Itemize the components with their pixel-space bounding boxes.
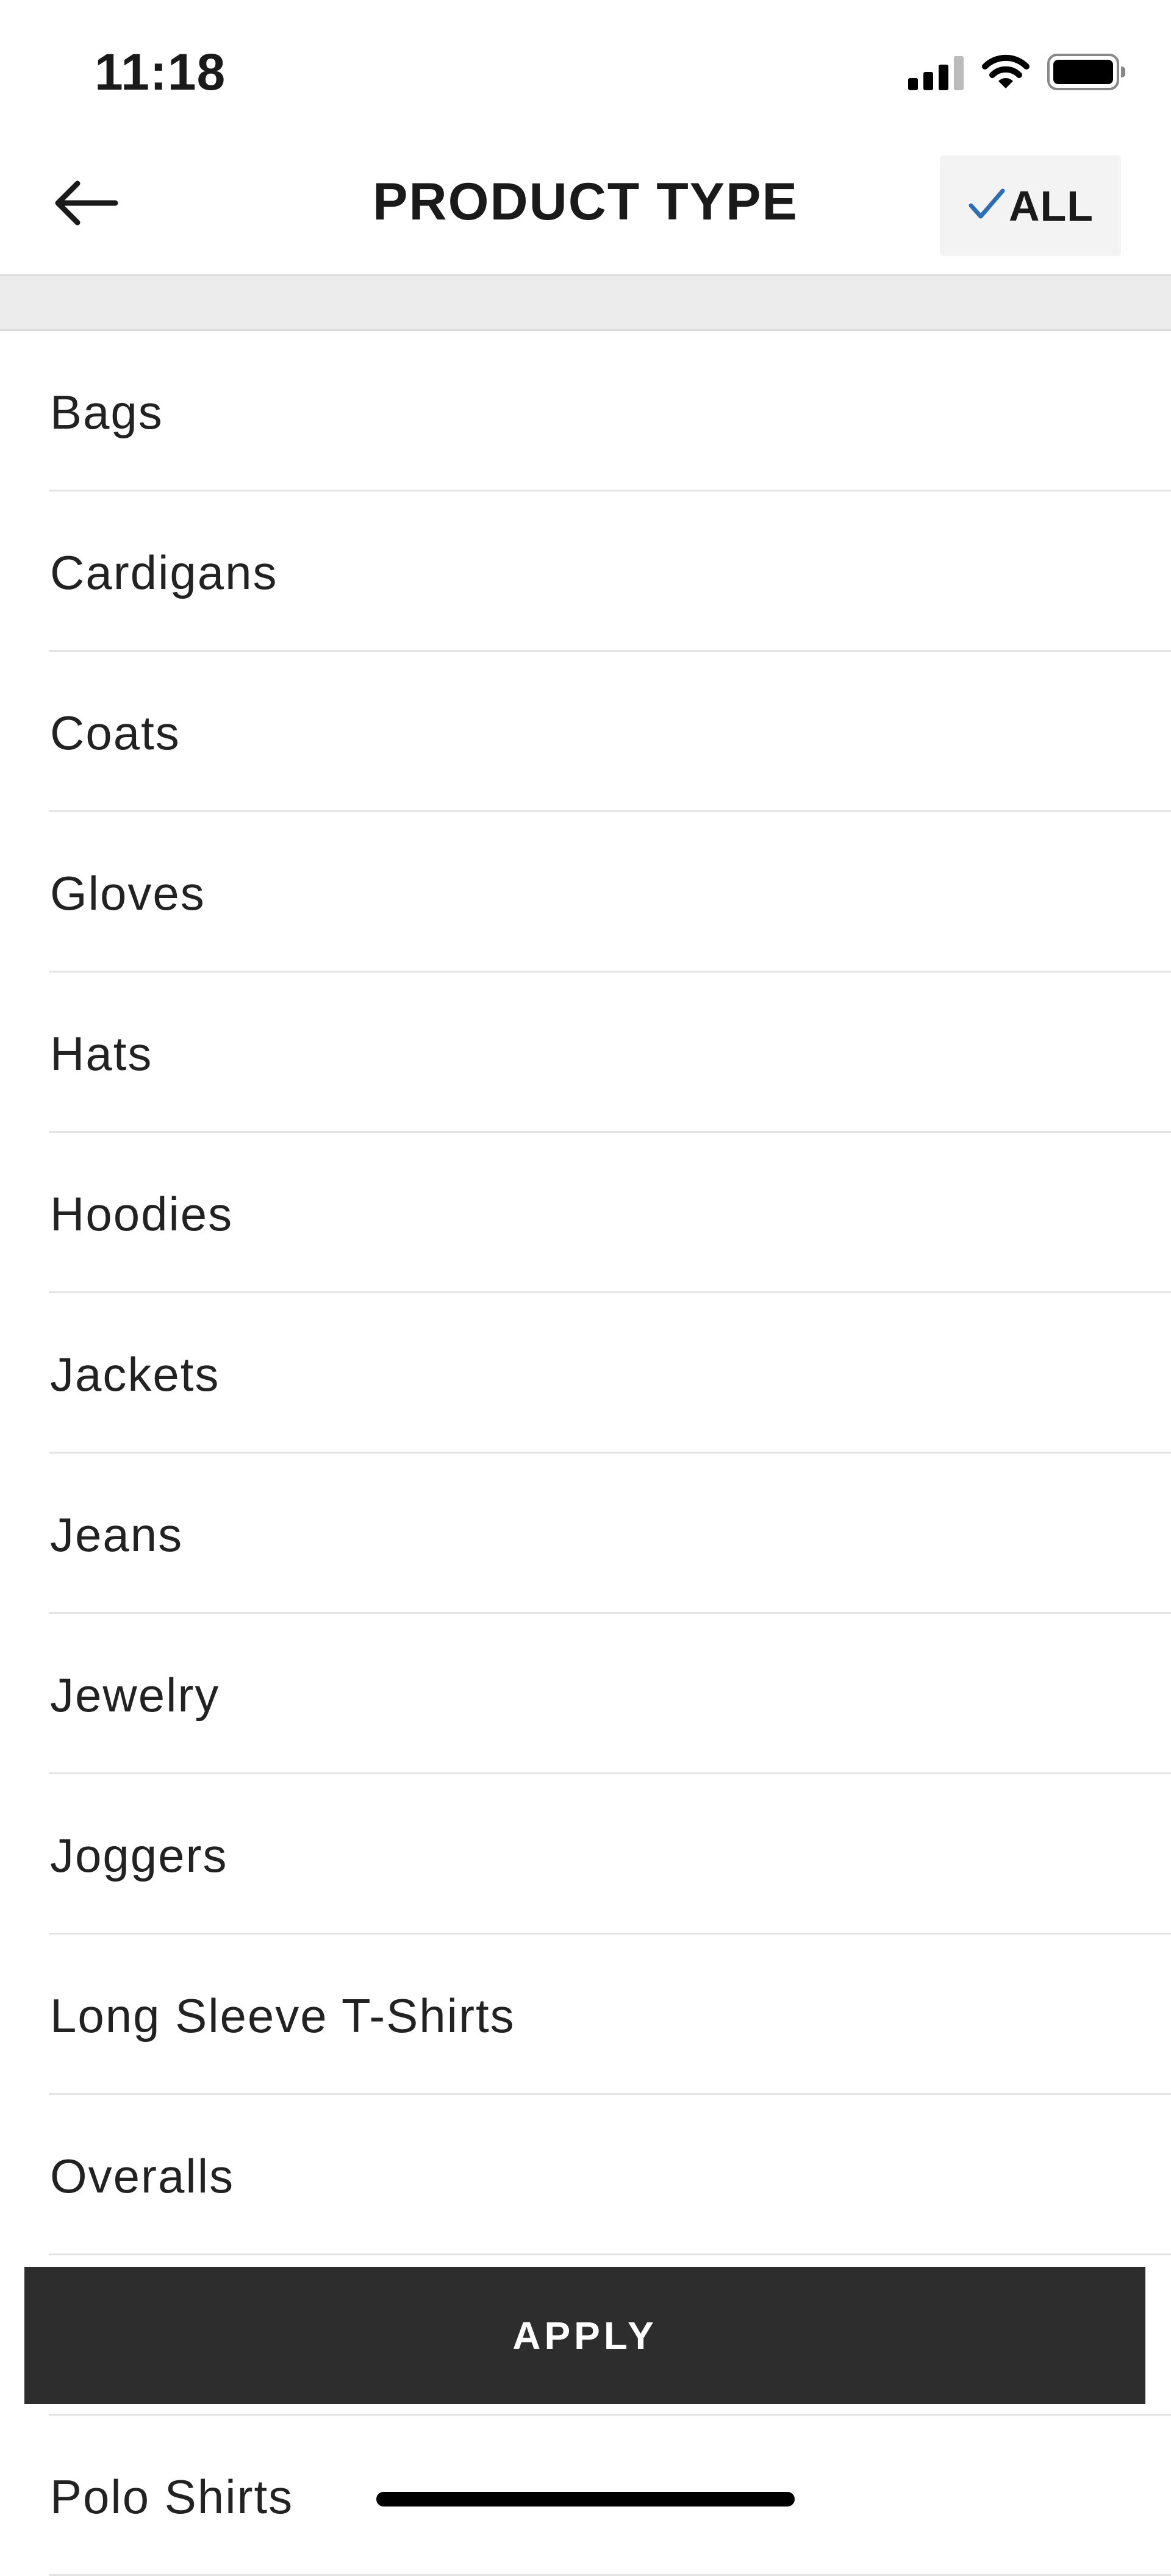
apply-button[interactable]: APPLY: [24, 2267, 1145, 2404]
list-item-label: Polo Shirts: [50, 2470, 294, 2524]
status-time: 11:18: [95, 43, 226, 101]
list-item-joggers[interactable]: Joggers: [0, 1774, 1171, 1935]
list-item-overalls[interactable]: Overalls: [0, 2095, 1171, 2255]
list-item-jeans[interactable]: Jeans: [0, 1454, 1171, 1614]
checkmark-icon: [967, 187, 1006, 224]
wifi-icon: [981, 53, 1030, 94]
select-all-label: ALL: [1008, 182, 1094, 230]
list-item-jewelry[interactable]: Jewelry: [0, 1614, 1171, 1774]
list-item-bags[interactable]: Bags: [0, 331, 1171, 491]
home-indicator: [376, 2492, 795, 2506]
header-divider-band: [0, 276, 1171, 331]
list-item-label: Jeans: [50, 1508, 184, 1561]
header: PRODUCT TYPE ALL: [0, 140, 1171, 276]
product-type-list: Bags Cardigans Coats Gloves Hats Hoodies…: [0, 331, 1171, 2576]
list-item-label: Joggers: [50, 1829, 228, 1882]
list-item-coats[interactable]: Coats: [0, 652, 1171, 812]
list-item-label: Jewelry: [50, 1668, 220, 1722]
status-bar: 11:18: [0, 0, 1171, 140]
list-item-label: Jackets: [50, 1347, 220, 1401]
list-item-label: Bags: [50, 385, 163, 439]
list-item-label: Gloves: [50, 866, 206, 920]
status-icons: [908, 52, 1126, 95]
list-item-label: Hoodies: [50, 1187, 234, 1241]
list-item-cardigans[interactable]: Cardigans: [0, 491, 1171, 652]
list-item-label: Long Sleeve T-Shirts: [50, 1989, 515, 2043]
cellular-signal-icon: [908, 54, 964, 93]
list-item-label: Overalls: [50, 2149, 235, 2203]
select-all-button[interactable]: ALL: [940, 155, 1121, 256]
list-item-long-sleeve-t-shirts[interactable]: Long Sleeve T-Shirts: [0, 1935, 1171, 2095]
list-item-jackets[interactable]: Jackets: [0, 1293, 1171, 1454]
list-item-hats[interactable]: Hats: [0, 972, 1171, 1133]
list-item-label: Coats: [50, 706, 181, 760]
list-item-label: Cardigans: [50, 546, 278, 599]
list-item-label: Hats: [50, 1027, 153, 1080]
list-item-hoodies[interactable]: Hoodies: [0, 1133, 1171, 1293]
list-item-gloves[interactable]: Gloves: [0, 812, 1171, 972]
battery-icon: [1047, 53, 1126, 94]
